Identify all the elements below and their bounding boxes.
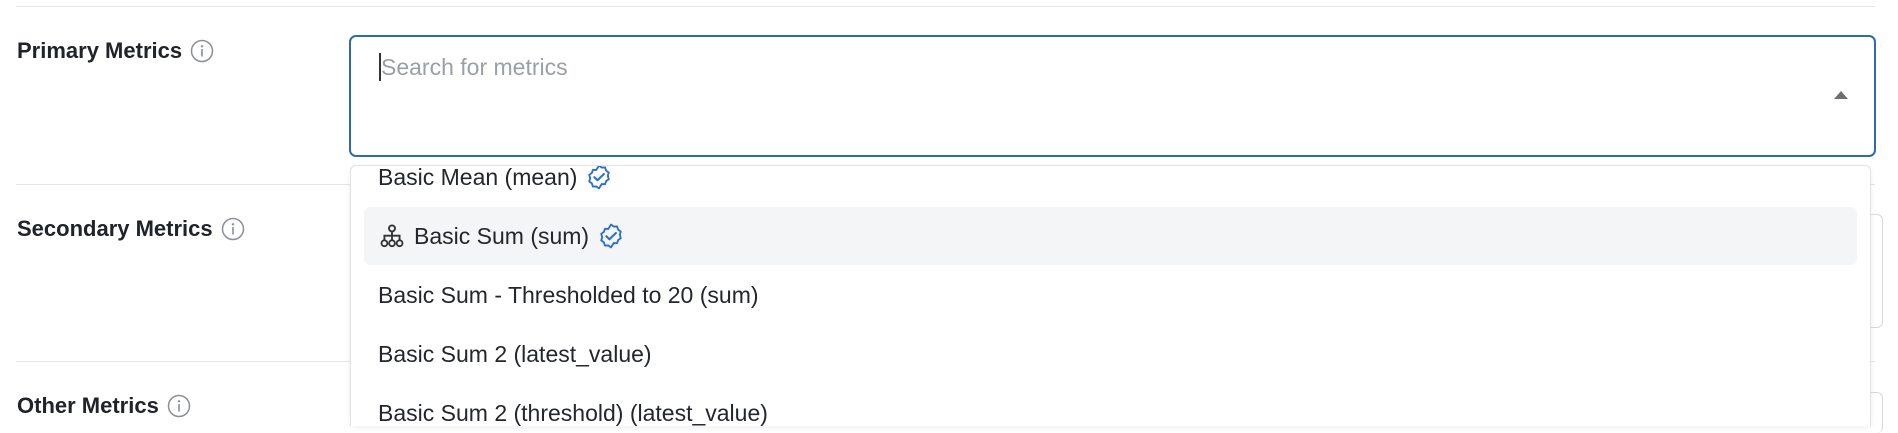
info-icon[interactable]	[190, 39, 214, 63]
dropdown-option[interactable]: Basic Mean (mean)	[364, 165, 1857, 206]
secondary-metrics-text: Secondary Metrics	[17, 216, 213, 241]
option-label: Basic Mean (mean)	[378, 165, 578, 190]
other-metrics-text: Other Metrics	[17, 393, 159, 418]
dropdown-option[interactable]: Basic Sum - Thresholded to 20 (sum)	[364, 266, 1857, 324]
primary-metrics-label: Primary Metrics	[17, 38, 214, 64]
dropdown-option-highlighted[interactable]: Basic Sum (sum)	[364, 207, 1857, 265]
top-divider	[16, 6, 1875, 7]
dropdown-option[interactable]: Basic Sum 2 (threshold) (latest_value)	[364, 384, 1857, 426]
info-icon[interactable]	[221, 217, 245, 241]
caret-up-icon[interactable]	[1834, 91, 1848, 99]
verified-icon	[597, 222, 625, 250]
option-label: Basic Sum 2 (latest_value)	[378, 340, 652, 367]
search-input[interactable]	[381, 49, 1781, 85]
option-label: Basic Sum 2 (threshold) (latest_value)	[378, 399, 768, 426]
info-icon[interactable]	[167, 394, 191, 418]
option-label: Basic Sum - Thresholded to 20 (sum)	[378, 281, 759, 308]
primary-metrics-text: Primary Metrics	[17, 38, 183, 63]
metrics-dropdown: Basic Mean (mean) Basic Sum (sum) Basic …	[350, 165, 1871, 426]
dropdown-option[interactable]: Basic Sum 2 (latest_value)	[364, 325, 1857, 383]
primary-metrics-select[interactable]	[349, 35, 1876, 157]
verified-icon	[585, 166, 613, 191]
other-metrics-label: Other Metrics	[17, 393, 191, 419]
option-label: Basic Sum (sum)	[414, 222, 590, 249]
secondary-metrics-label: Secondary Metrics	[17, 216, 245, 242]
hierarchy-icon	[378, 222, 406, 250]
